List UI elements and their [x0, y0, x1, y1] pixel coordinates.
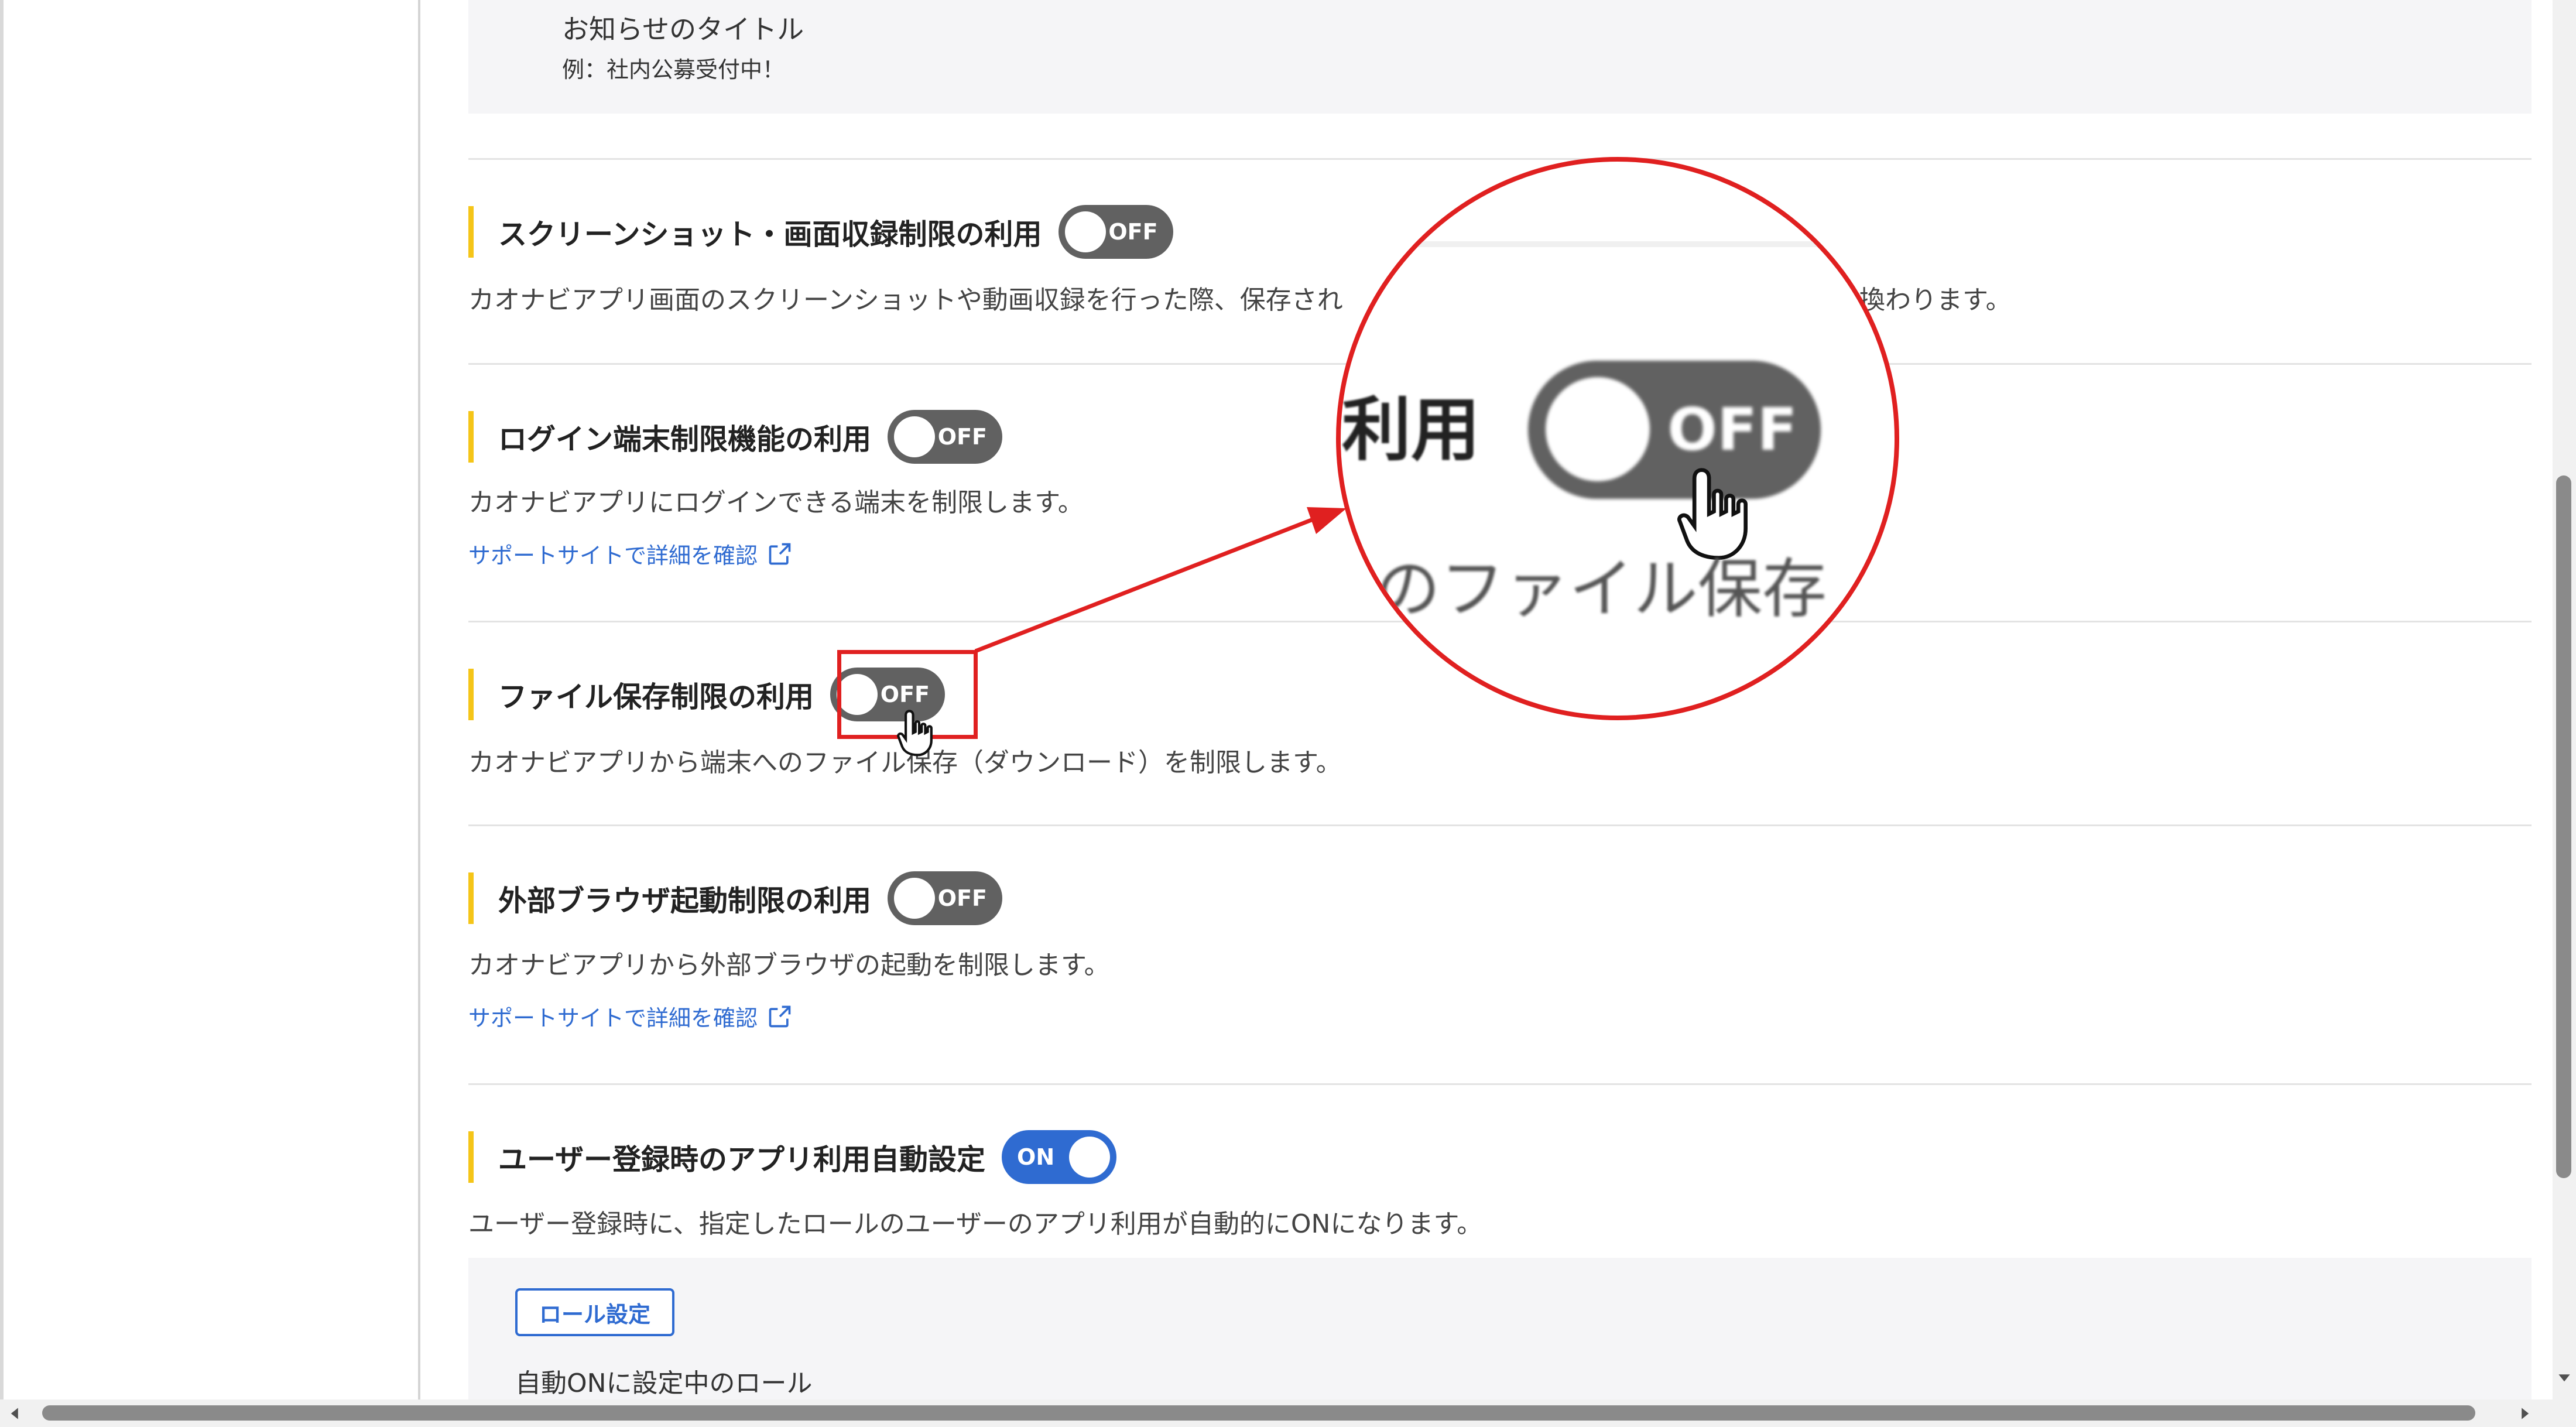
- toggle-knob: [1064, 211, 1106, 252]
- toggle-label: OFF: [937, 424, 988, 450]
- divider: [468, 824, 2532, 826]
- scroll-down-arrow-icon[interactable]: [2557, 1370, 2571, 1384]
- zoom-text-bottom: のファイル保存: [1376, 552, 1827, 627]
- section-description-tail: 換わります。: [1859, 285, 2012, 315]
- hand-cursor-icon: [897, 710, 933, 757]
- section-description: カオナビアプリから外部ブラウザの起動を制限します。: [468, 950, 1110, 980]
- divider: [468, 1083, 2532, 1085]
- browser-restriction-toggle[interactable]: OFF: [888, 871, 1003, 925]
- support-link-browser[interactable]: サポートサイトで詳細を確認: [468, 1000, 793, 1032]
- toggle-label: ON: [1017, 1144, 1055, 1170]
- section-description: ユーザー登録時に、指定したロールのユーザーのアプリ利用が自動的にONになります。: [468, 1209, 1483, 1239]
- zoom-text-top: 利用: [1342, 389, 1481, 470]
- heading-text: ファイル保存制限の利用: [498, 680, 814, 714]
- heading-text: スクリーンショット・画面収録制限の利用: [498, 217, 1042, 251]
- horizontal-scroll-thumb[interactable]: [42, 1405, 2475, 1421]
- notice-preview: お知らせのタイトル 例：社内公募受付中！: [468, 0, 2532, 114]
- external-link-icon: [769, 1005, 791, 1027]
- vertical-scroll-thumb[interactable]: [2556, 475, 2571, 1178]
- left-panel: [0, 0, 420, 1427]
- scroll-right-arrow-icon[interactable]: [2517, 1407, 2532, 1421]
- support-link-login[interactable]: サポートサイトで詳細を確認: [468, 538, 793, 570]
- external-link-icon: [769, 543, 791, 564]
- section-heading-login: ログイン端末制限機能の利用 OFF: [468, 410, 1003, 464]
- notice-example: 例：社内公募受付中！: [562, 57, 785, 83]
- link-text: サポートサイトで詳細を確認: [468, 543, 758, 569]
- toggle-knob: [894, 416, 936, 457]
- section-description: カオナビアプリにログインできる端末を制限します。: [468, 488, 1084, 518]
- heading-text: ユーザー登録時のアプリ利用自動設定: [498, 1142, 986, 1176]
- notice-title: お知らせのタイトル: [562, 13, 804, 45]
- section-heading-browser: 外部ブラウザ起動制限の利用 OFF: [468, 871, 1003, 925]
- heading-accent-bar: [468, 411, 474, 463]
- toggle-knob: [1069, 1137, 1111, 1178]
- link-text: サポートサイトで詳細を確認: [468, 1005, 758, 1031]
- role-settings-button[interactable]: ロール設定: [515, 1288, 674, 1336]
- login-restriction-toggle[interactable]: OFF: [888, 410, 1003, 464]
- toggle-label: OFF: [937, 885, 988, 911]
- heading-text: 外部ブラウザ起動制限の利用: [498, 884, 872, 918]
- toggle-knob: [894, 878, 936, 919]
- heading-text: ログイン端末制限機能の利用: [498, 422, 872, 456]
- zoom-toggle-knob: [1546, 377, 1650, 481]
- scroll-left-arrow-icon[interactable]: [8, 1407, 22, 1421]
- zoom-divider: [1417, 241, 1827, 247]
- section-description: カオナビアプリ画面のスクリーンショットや動画収録を行った際、保存され: [468, 285, 1343, 315]
- screenshot-restriction-toggle[interactable]: OFF: [1058, 205, 1173, 259]
- horizontal-scrollbar[interactable]: [0, 1399, 2576, 1427]
- section-heading-screenshot: スクリーンショット・画面収録制限の利用 OFF: [468, 205, 1173, 259]
- role-settings-box: ロール設定 自動ONに設定中のロール: [468, 1258, 2532, 1399]
- role-label: 自動ONに設定中のロール: [515, 1368, 813, 1398]
- heading-accent-bar: [468, 206, 474, 258]
- heading-accent-bar: [468, 669, 474, 720]
- auto-setting-toggle[interactable]: ON: [1002, 1130, 1117, 1184]
- heading-accent-bar: [468, 1131, 474, 1183]
- zoom-callout: 利用 OFF のファイル保存: [1336, 157, 1899, 720]
- heading-accent-bar: [468, 872, 474, 924]
- section-heading-auto: ユーザー登録時のアプリ利用自動設定 ON: [468, 1130, 1117, 1184]
- divider: [468, 158, 2532, 160]
- vertical-scrollbar[interactable]: [2553, 0, 2576, 1399]
- toggle-label: OFF: [1108, 219, 1158, 245]
